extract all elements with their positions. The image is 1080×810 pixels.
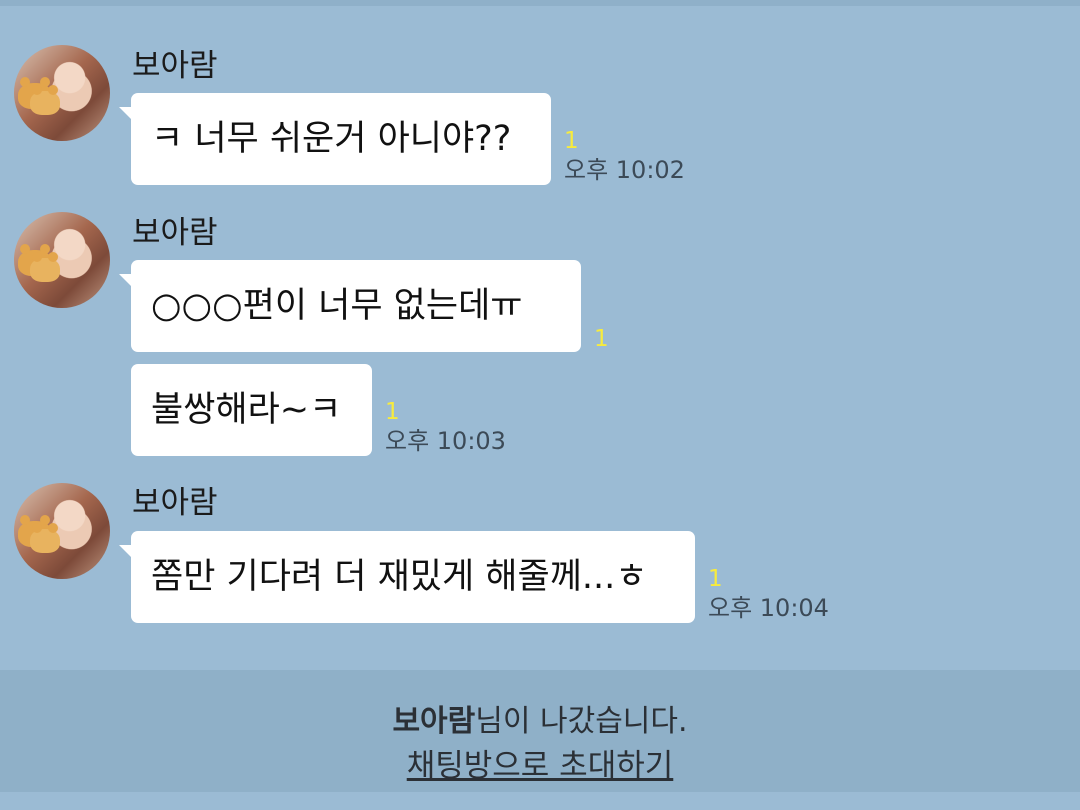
message-bubble[interactable]: 불쌍해라~ㅋ [131, 364, 372, 456]
message-bubble[interactable]: ㅋ 너무 쉬운거 아니야?? [119, 93, 551, 185]
bear-sticker-icon [30, 252, 60, 282]
sender-name[interactable]: 보아람 [132, 483, 218, 523]
avatar[interactable] [14, 212, 110, 308]
bottom-strip [0, 792, 1080, 810]
unread-count: 1 [385, 399, 400, 425]
message-row: ○○○편이 너무 없는데ㅠ [119, 260, 581, 352]
sender-name[interactable]: 보아람 [132, 213, 218, 253]
message-row: 쫌만 기다려 더 재밌게 해줄께...ㅎ [119, 531, 695, 623]
message-bubble[interactable]: 쫌만 기다려 더 재밌게 해줄께...ㅎ [119, 531, 695, 623]
invite-row: 채팅방으로 초대하기 [0, 740, 1080, 785]
message-row: 불쌍해라~ㅋ [131, 364, 372, 456]
unread-count: 1 [708, 566, 723, 592]
unread-count: 1 [564, 128, 579, 154]
bear-sticker-icon [30, 85, 60, 115]
avatar[interactable] [14, 45, 110, 141]
left-notice-text: 보아람님이 나갔습니다. [0, 696, 1080, 740]
invite-to-chat-link[interactable]: 채팅방으로 초대하기 [407, 748, 674, 784]
message-row: ㅋ 너무 쉬운거 아니야?? [119, 93, 551, 185]
avatar[interactable] [14, 483, 110, 579]
left-user-name: 보아람 [392, 704, 476, 739]
bear-sticker-icon [30, 523, 60, 553]
message-bubble[interactable]: ○○○편이 너무 없는데ㅠ [119, 260, 581, 352]
chat-left-notice: 보아람님이 나갔습니다. 채팅방으로 초대하기 [0, 670, 1080, 792]
unread-count: 1 [594, 326, 609, 352]
left-notice-suffix: 님이 나갔습니다. [475, 704, 688, 739]
message-time: 오후 10:04 [708, 594, 829, 622]
message-time: 오후 10:03 [385, 427, 506, 455]
message-time: 오후 10:02 [564, 156, 685, 184]
sender-name[interactable]: 보아람 [132, 46, 218, 86]
top-strip [0, 0, 1080, 6]
